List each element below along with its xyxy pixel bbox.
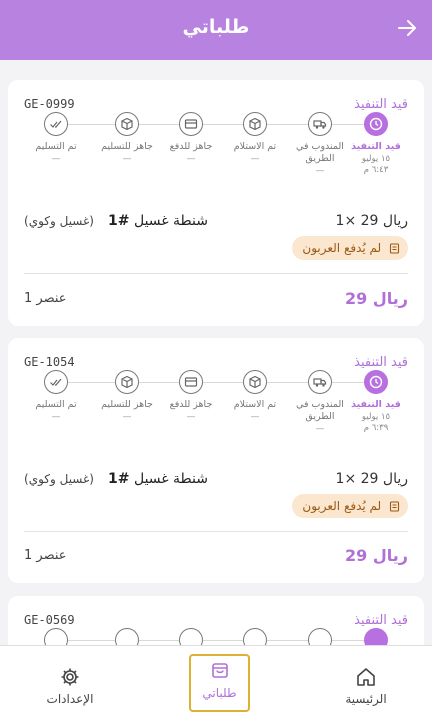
order-total: 29 ريال xyxy=(345,289,408,308)
tab-orders[interactable]: طلباتي xyxy=(189,654,250,712)
step-dash: — xyxy=(122,154,132,164)
check-double-icon xyxy=(44,370,68,394)
card-icon xyxy=(179,370,203,394)
home-icon xyxy=(357,668,375,686)
order-status: قيد التنفيذ xyxy=(354,613,408,628)
app-header: طلباتي xyxy=(0,0,432,60)
step-dash: — xyxy=(186,412,196,422)
clock-icon xyxy=(364,628,388,645)
order-progress-tracker: قيد التنفيذ ١٥ يوليو ٦:٤٣ م المندوب في ا… xyxy=(8,80,424,176)
receipt-icon xyxy=(389,501,400,512)
box-icon xyxy=(243,628,267,645)
gear-icon xyxy=(61,668,79,686)
payment-status-badge: لم يُدفع العربون xyxy=(292,236,408,260)
orders-list[interactable]: قيد التنفيذ GE-0999 قيد التنفيذ ١٥ يوليو… xyxy=(0,60,432,645)
tab-settings[interactable]: الإعدادات xyxy=(25,654,115,712)
step-dash: — xyxy=(315,166,325,176)
step-label: جاهز للتسليم xyxy=(101,399,153,410)
box-icon xyxy=(243,370,267,394)
order-code: GE-0999 xyxy=(24,97,75,111)
card-icon xyxy=(179,628,203,645)
arrow-right-icon[interactable] xyxy=(396,17,418,39)
tab-home[interactable]: الرئيسية xyxy=(321,654,411,712)
divider xyxy=(24,531,408,532)
payment-status-badge: لم يُدفع العربون xyxy=(292,494,408,518)
order-total: 29 ريال xyxy=(345,546,408,565)
truck-icon xyxy=(308,370,332,394)
order-status: قيد التنفيذ xyxy=(354,97,408,112)
truck-icon xyxy=(308,628,332,645)
item-option: (غسيل وكوي) xyxy=(24,472,94,486)
item-count: 1 عنصر xyxy=(24,291,67,306)
item-option: (غسيل وكوي) xyxy=(24,214,94,228)
step-dash: — xyxy=(51,154,61,164)
box-icon xyxy=(115,628,139,645)
page-title: طلباتي xyxy=(182,16,250,38)
shopping-bag-icon xyxy=(212,663,228,678)
item-count: 1 عنصر xyxy=(24,548,67,563)
step-dash: — xyxy=(186,154,196,164)
step-label: جاهز للدفع xyxy=(169,399,213,410)
order-progress-tracker xyxy=(8,596,424,645)
order-card[interactable]: قيد التنفيذ GE-1054 قيد التنفيذ ١٥ يوليو… xyxy=(8,338,424,583)
clock-icon xyxy=(364,112,388,136)
order-code: GE-1054 xyxy=(24,355,75,369)
order-item: 1× 29 ريال شنطة غسيل #1 (غسيل وكوي) xyxy=(24,471,408,491)
tab-label: الرئيسية xyxy=(345,692,387,706)
card-icon xyxy=(179,112,203,136)
step-label: جاهز للتسليم xyxy=(101,141,153,152)
item-name: شنطة غسيل #1 xyxy=(108,471,208,487)
bottom-tab-bar: الرئيسية طلباتي الإعدادات xyxy=(0,645,432,720)
divider xyxy=(24,273,408,274)
check-double-icon xyxy=(44,112,68,136)
order-item: 1× 29 ريال شنطة غسيل #1 (غسيل وكوي) xyxy=(24,213,408,233)
step-dash: — xyxy=(51,412,61,422)
step-dash: — xyxy=(315,424,325,434)
order-card[interactable]: قيد التنفيذ GE-0569 xyxy=(8,596,424,645)
step-label: تم التسليم xyxy=(35,399,77,410)
step-dash: — xyxy=(122,412,132,422)
step-label: تم الاستلام xyxy=(233,399,277,410)
check-double-icon xyxy=(44,628,68,645)
tab-label: الإعدادات xyxy=(46,692,94,706)
box-icon xyxy=(243,112,267,136)
order-card[interactable]: قيد التنفيذ GE-0999 قيد التنفيذ ١٥ يوليو… xyxy=(8,80,424,326)
order-progress-tracker: قيد التنفيذ ١٥ يوليو ٦:٣٩ م المندوب في ا… xyxy=(8,338,424,434)
receipt-icon xyxy=(389,243,400,254)
step-label: جاهز للدفع xyxy=(169,141,213,152)
item-qty-price: 1× 29 ريال xyxy=(335,213,408,229)
step-dash: — xyxy=(250,412,260,422)
truck-icon xyxy=(308,112,332,136)
item-name: شنطة غسيل #1 xyxy=(108,213,208,229)
box-icon xyxy=(115,370,139,394)
box-icon xyxy=(115,112,139,136)
order-status: قيد التنفيذ xyxy=(354,355,408,370)
order-code: GE-0569 xyxy=(24,613,75,627)
step-dash: — xyxy=(250,154,260,164)
step-label: المندوب في الطريق xyxy=(296,399,344,422)
clock-icon xyxy=(364,370,388,394)
tab-label: طلباتي xyxy=(202,686,237,700)
item-qty-price: 1× 29 ريال xyxy=(335,471,408,487)
step-label: تم الاستلام xyxy=(233,141,277,152)
step-label: تم التسليم xyxy=(35,141,77,152)
step-label: المندوب في الطريق xyxy=(296,141,344,164)
